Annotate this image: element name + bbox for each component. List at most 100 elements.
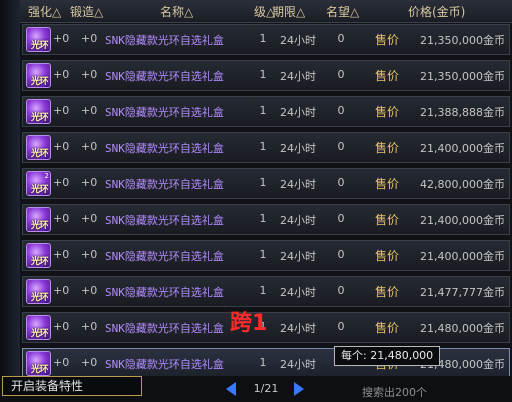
aura-box-icon[interactable]: 光环 xyxy=(26,63,51,88)
fame-value: 0 xyxy=(337,32,345,45)
item-name: SNK隐藏款光环自选礼盒 xyxy=(105,178,224,191)
aura-box-icon[interactable]: 光环 xyxy=(26,315,51,340)
forge-value: +0 xyxy=(81,212,98,225)
price-value: 21,350,000金币 xyxy=(420,70,505,83)
aura-box-icon[interactable]: 光环 xyxy=(26,351,51,376)
aura-box-icon[interactable]: 2 光环 xyxy=(26,171,51,196)
listing-row[interactable]: 光环 +0 +0 SNK隐藏款光环自选礼盒 1 24小时 0 售价 21,477,777金币 xyxy=(22,276,510,307)
item-name: SNK隐藏款光环自选礼盒 xyxy=(105,142,224,155)
listing-row[interactable]: 光环 +0 +0 SNK隐藏款光环自选礼盒 1 24小时 0 售价 21,388,888金币 xyxy=(22,96,510,127)
icon-label: 光环 xyxy=(30,185,49,195)
item-name: SNK隐藏款光环自选礼盒 xyxy=(105,34,224,47)
level-value: 1 xyxy=(259,32,267,45)
level-value: 1 xyxy=(259,68,267,81)
item-name: SNK隐藏款光环自选礼盒 xyxy=(105,106,224,119)
duration-value: 24小时 xyxy=(280,106,316,119)
forge-value: +0 xyxy=(81,176,98,189)
forge-value: +0 xyxy=(81,68,98,81)
header-fame[interactable]: 名望△ xyxy=(326,3,359,20)
icon-label: 光环 xyxy=(30,293,49,303)
price-value: 21,400,000金币 xyxy=(420,250,505,263)
item-name: SNK隐藏款光环自选礼盒 xyxy=(105,358,224,371)
duration-value: 24小时 xyxy=(280,358,316,371)
price-value: 21,477,777金币 xyxy=(420,286,505,299)
listing-row[interactable]: 光环 +0 +0 SNK隐藏款光环自选礼盒 1 24小时 0 售价 21,350,000金币 xyxy=(22,60,510,91)
listing-row[interactable]: 光环 +0 +0 SNK隐藏款光环自选礼盒 1 24小时 0 售价 21,400,000金币 xyxy=(22,204,510,235)
strength-value: +0 xyxy=(53,140,70,153)
icon-label: 光环 xyxy=(30,365,49,375)
price-value: 21,480,000金币 xyxy=(420,322,505,335)
strength-value: +0 xyxy=(53,176,70,189)
listing-row[interactable]: 光环 +0 +0 SNK隐藏款光环自选礼盒 1 24小时 0 售价 21,350,000金币 xyxy=(22,24,510,55)
level-value: 1 xyxy=(259,104,267,117)
fame-value: 0 xyxy=(337,248,345,261)
arrow-left-icon[interactable] xyxy=(226,382,236,396)
icon-label: 光环 xyxy=(30,149,49,159)
forge-value: +0 xyxy=(81,284,98,297)
header-forge[interactable]: 锻造△ xyxy=(70,3,103,20)
strength-value: +0 xyxy=(53,212,70,225)
fame-value: 0 xyxy=(337,212,345,225)
item-name: SNK隐藏款光环自选礼盒 xyxy=(105,70,224,83)
item-name: SNK隐藏款光环自选礼盒 xyxy=(105,250,224,263)
level-value: 1 xyxy=(259,284,267,297)
icon-label: 光环 xyxy=(30,257,49,267)
aura-box-icon[interactable]: 光环 xyxy=(26,243,51,268)
forge-value: +0 xyxy=(81,104,98,117)
strength-value: +0 xyxy=(53,104,70,117)
fame-value: 0 xyxy=(337,176,345,189)
strength-value: +0 xyxy=(53,32,70,45)
price-value: 21,400,000金币 xyxy=(420,214,505,227)
price-tooltip: 每个: 21,480,000 xyxy=(334,346,441,366)
forge-value: +0 xyxy=(81,248,98,261)
header-name[interactable]: 名称△ xyxy=(160,3,193,20)
search-result-count: 搜索出200个 xyxy=(362,386,427,399)
strength-value: +0 xyxy=(53,68,70,81)
price-value: 21,388,888金币 xyxy=(420,106,505,119)
duration-value: 24小时 xyxy=(280,34,316,47)
level-value: 1 xyxy=(259,356,267,369)
duration-value: 24小时 xyxy=(280,70,316,83)
red-annotation: 跨1 xyxy=(230,311,268,336)
aura-box-icon[interactable]: 光环 xyxy=(26,279,51,304)
header-strength[interactable]: 强化△ xyxy=(28,3,61,20)
forge-value: +0 xyxy=(81,320,98,333)
strength-value: +0 xyxy=(53,248,70,261)
strength-value: +0 xyxy=(53,320,70,333)
price-value: 21,350,000金币 xyxy=(420,34,505,47)
level-value: 1 xyxy=(259,248,267,261)
icon-label: 光环 xyxy=(30,113,49,123)
listing-row[interactable]: 光环 +0 +0 SNK隐藏款光环自选礼盒 1 24小时 0 售价 21,400,000金币 xyxy=(22,132,510,163)
fame-value: 0 xyxy=(337,104,345,117)
level-value: 1 xyxy=(259,176,267,189)
icon-label: 光环 xyxy=(30,77,49,87)
arrow-right-icon[interactable] xyxy=(294,382,304,396)
aura-box-icon[interactable]: 光环 xyxy=(26,207,51,232)
forge-value: +0 xyxy=(81,356,98,369)
aura-box-icon[interactable]: 光环 xyxy=(26,135,51,160)
header-price[interactable]: 价格(金币) xyxy=(408,3,465,20)
strength-value: +0 xyxy=(53,284,70,297)
fame-value: 0 xyxy=(337,140,345,153)
fame-value: 0 xyxy=(337,284,345,297)
duration-value: 24小时 xyxy=(280,178,316,191)
stack-count: 2 xyxy=(44,172,49,180)
open-equipment-feature-button[interactable]: 开启装备特性 xyxy=(2,376,142,396)
duration-value: 24小时 xyxy=(280,214,316,227)
listing-row[interactable]: 2 光环 +0 +0 SNK隐藏款光环自选礼盒 1 24小时 0 售价 42,800,000金币 xyxy=(22,168,510,199)
level-value: 1 xyxy=(259,140,267,153)
strength-value: +0 xyxy=(53,356,70,369)
forge-value: +0 xyxy=(81,32,98,45)
duration-value: 24小时 xyxy=(280,142,316,155)
price-value: 21,400,000金币 xyxy=(420,142,505,155)
icon-label: 光环 xyxy=(30,221,49,231)
duration-value: 24小时 xyxy=(280,250,316,263)
icon-label: 光环 xyxy=(30,329,49,339)
aura-box-icon[interactable]: 光环 xyxy=(26,99,51,124)
header-duration[interactable]: 期限△ xyxy=(272,3,305,20)
duration-value: 24小时 xyxy=(280,322,316,335)
listing-row[interactable]: 光环 +0 +0 SNK隐藏款光环自选礼盒 1 24小时 0 售价 21,400,000金币 xyxy=(22,240,510,271)
forge-value: +0 xyxy=(81,140,98,153)
aura-box-icon[interactable]: 光环 xyxy=(26,27,51,52)
icon-label: 光环 xyxy=(30,41,49,51)
